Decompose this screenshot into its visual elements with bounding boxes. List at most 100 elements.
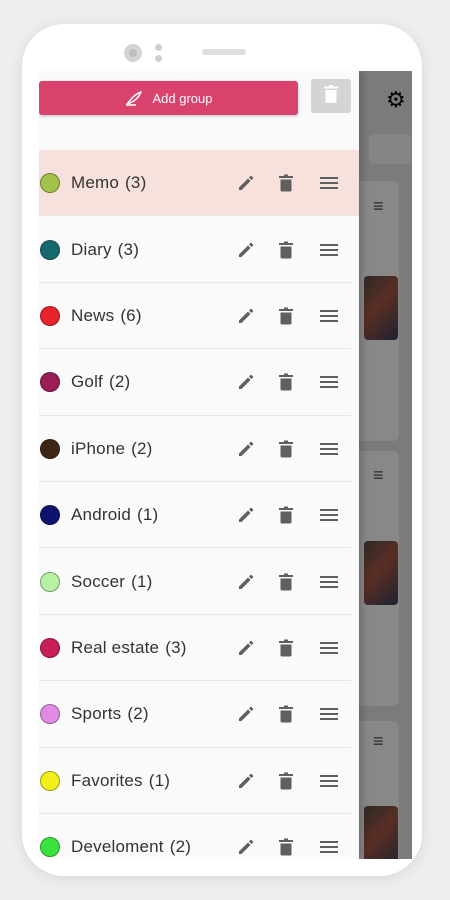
drag-handle-icon[interactable]: [320, 243, 338, 256]
group-name: News: [71, 305, 115, 325]
trash-icon[interactable]: [279, 174, 293, 192]
trash-icon[interactable]: [279, 307, 293, 325]
group-color-dot: [40, 637, 60, 658]
group-color-dot: [40, 372, 60, 393]
trash-icon[interactable]: [279, 440, 293, 458]
group-count: (3): [117, 239, 140, 259]
group-label: Diary (3): [71, 240, 359, 260]
background-thumbnail: [364, 541, 398, 605]
drag-handle-icon[interactable]: [320, 509, 338, 522]
drag-handle-icon[interactable]: [320, 309, 338, 322]
trash-icon[interactable]: [279, 241, 293, 259]
trash-icon[interactable]: [279, 639, 293, 657]
group-label: Memo (3): [71, 173, 359, 193]
group-label: Develoment (2): [71, 837, 359, 857]
add-group-label: Add group: [152, 90, 213, 106]
pencil-icon[interactable]: [237, 307, 255, 325]
group-count: (6): [120, 305, 142, 325]
group-count: (2): [108, 372, 131, 392]
delete-groups-button[interactable]: [311, 79, 351, 113]
settings-gear-icon[interactable]: ⚙: [386, 89, 406, 111]
feather-pen-icon: [125, 90, 143, 106]
trash-icon[interactable]: [279, 573, 293, 591]
group-list: Memo (3) Diary (3) News (6) Golf (2) iPhone (2) An…: [39, 150, 359, 859]
group-label: Golf (2): [71, 372, 359, 392]
earpiece-speaker: [202, 49, 246, 55]
phone-frame: ⚙ ≡ ≡ ≡ Add group Memo (3) Diary (3) New…: [22, 24, 422, 876]
drag-handle-icon[interactable]: [320, 575, 338, 588]
group-label: Real estate (3): [71, 638, 359, 658]
group-name: Develoment: [71, 837, 164, 857]
trash-icon[interactable]: [279, 772, 293, 790]
group-name: Soccer: [71, 571, 126, 591]
pencil-icon[interactable]: [237, 705, 255, 723]
group-row-android[interactable]: Android (1): [39, 482, 359, 549]
drag-handle-icon[interactable]: [320, 177, 338, 190]
pencil-icon[interactable]: [237, 506, 255, 524]
group-label: News (6): [71, 306, 359, 326]
pencil-icon[interactable]: [237, 241, 255, 259]
group-row-real-estate[interactable]: Real estate (3): [39, 615, 359, 682]
pencil-icon[interactable]: [237, 573, 255, 591]
group-row-soccer[interactable]: Soccer (1): [39, 548, 359, 615]
group-drawer: Add group Memo (3) Diary (3) News (6) Golf (2) i…: [39, 71, 359, 859]
trash-icon[interactable]: [279, 506, 293, 524]
drag-handle-icon[interactable]: [320, 376, 338, 389]
group-row-news[interactable]: News (6): [39, 283, 359, 350]
group-count: (1): [131, 571, 153, 591]
group-label: iPhone (2): [71, 439, 359, 459]
group-name: Golf: [71, 372, 103, 392]
group-count: (3): [125, 173, 147, 193]
pencil-icon[interactable]: [237, 838, 255, 856]
add-group-button[interactable]: Add group: [39, 81, 298, 115]
group-row-develoment[interactable]: Develoment (2): [39, 814, 359, 859]
drag-handle-icon[interactable]: [320, 841, 338, 854]
group-color-dot: [40, 438, 60, 459]
background-thumbnail: [364, 276, 398, 340]
background-filter-button: [369, 134, 411, 164]
group-label: Soccer (1): [71, 572, 359, 592]
group-name: Diary: [71, 239, 112, 259]
group-color-dot: [40, 239, 60, 260]
group-row-memo[interactable]: Memo (3): [39, 150, 359, 217]
group-color-dot: [40, 837, 60, 858]
drag-handle-icon[interactable]: [320, 641, 338, 654]
group-row-iphone[interactable]: iPhone (2): [39, 416, 359, 482]
group-row-sports[interactable]: Sports (2): [39, 681, 359, 748]
group-color-dot: [40, 770, 60, 791]
pencil-icon[interactable]: [237, 639, 255, 657]
group-count: (2): [131, 438, 153, 458]
group-name: Sports: [71, 704, 122, 724]
pencil-icon[interactable]: [237, 772, 255, 790]
group-count: (2): [127, 704, 149, 724]
group-count: (2): [169, 837, 192, 857]
group-name: Memo: [71, 173, 120, 193]
trash-icon[interactable]: [279, 838, 293, 856]
group-row-favorites[interactable]: Favorites (1): [39, 748, 359, 814]
background-menu-icon: ≡: [373, 731, 384, 751]
drag-handle-icon[interactable]: [320, 708, 338, 721]
pencil-icon[interactable]: [237, 440, 255, 458]
group-label: Sports (2): [71, 704, 359, 724]
trash-icon[interactable]: [279, 373, 293, 391]
group-color-dot: [40, 305, 60, 326]
pencil-icon[interactable]: [237, 174, 255, 192]
background-menu-icon: ≡: [373, 465, 384, 485]
pencil-icon[interactable]: [237, 373, 255, 391]
group-name: iPhone: [71, 438, 126, 458]
trash-icon: [324, 84, 338, 108]
group-count: (1): [148, 770, 171, 790]
group-row-golf[interactable]: Golf (2): [39, 349, 359, 416]
group-count: (3): [165, 637, 187, 657]
drag-handle-icon[interactable]: [320, 774, 338, 787]
trash-icon[interactable]: [279, 705, 293, 723]
group-color-dot: [40, 173, 60, 194]
group-color-dot: [40, 505, 60, 526]
group-color-dot: [40, 571, 60, 592]
drag-handle-icon[interactable]: [320, 442, 338, 455]
group-name: Favorites: [71, 770, 143, 790]
group-row-diary[interactable]: Diary (3): [39, 216, 359, 283]
front-camera: [124, 44, 142, 62]
group-label: Favorites (1): [71, 771, 359, 791]
group-count: (1): [137, 505, 159, 525]
